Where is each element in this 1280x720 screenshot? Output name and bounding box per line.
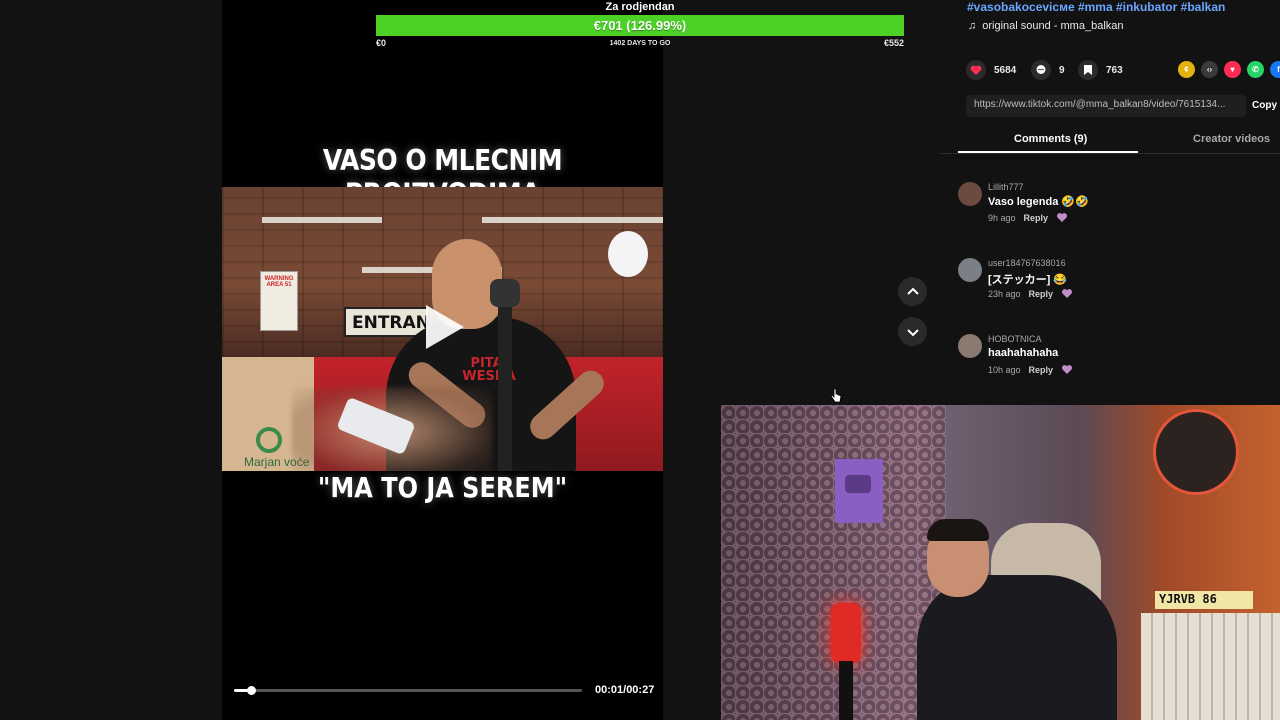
comment-like-icon[interactable]	[1061, 364, 1073, 376]
comment-time: 23h ago	[988, 289, 1021, 299]
comment-item: HOBOTNICA haahahahaha 10h ago Reply	[958, 334, 1258, 390]
cursor-hand-icon	[830, 388, 842, 403]
comment-like-icon[interactable]	[1061, 288, 1073, 300]
comment-item: Lillith777 Vaso legenda 🤣🤣 9h ago Reply	[958, 182, 1258, 238]
reply-button[interactable]: Reply	[1029, 289, 1054, 299]
whatsapp-icon[interactable]: ✆	[1247, 61, 1264, 78]
video-frame[interactable]: WARNING AREA 51 ENTRANC PITAJ WESNA Marj…	[222, 187, 663, 471]
chevron-down-icon	[906, 328, 919, 336]
reply-button[interactable]: Reply	[1029, 365, 1054, 375]
comment-button[interactable]: 9	[1031, 60, 1065, 80]
streamer-hair	[927, 519, 989, 541]
microphone-icon	[490, 279, 520, 307]
goal-days-to-go: 1402 DAYS TO GO	[609, 40, 671, 47]
bookmark-icon	[1078, 60, 1098, 80]
embed-icon[interactable]: ‹›	[1201, 61, 1218, 78]
warning-sign: WARNING AREA 51	[260, 271, 298, 331]
coin-icon[interactable]: ¢	[1178, 61, 1195, 78]
microphone-stand	[839, 661, 853, 720]
hashtags[interactable]: #vasobakocevicмe #mma #inkubator #balkan	[967, 0, 1225, 14]
play-icon	[845, 475, 871, 493]
music-link[interactable]: ♫ original sound - mma_balkan	[968, 20, 1124, 32]
play-icon[interactable]	[426, 305, 464, 349]
comment-item: user184767638016 [ステッカー] 😂 23h ago Reply	[958, 258, 1258, 314]
webcam-overlay: YJRVB 86	[721, 405, 1280, 720]
music-label: original sound - mma_balkan	[982, 20, 1124, 32]
comment-meta: 23h ago Reply	[988, 288, 1073, 300]
previous-video-button[interactable]	[898, 277, 927, 306]
comment-count: 9	[1059, 64, 1065, 76]
chevron-up-icon	[906, 287, 919, 295]
comment-username[interactable]: user184767638016	[988, 258, 1066, 268]
ring-lamp	[608, 231, 648, 277]
video-player[interactable]: VASO O MLECNIM PROIZVODIMA WARNING AREA …	[222, 48, 663, 720]
video-caption-text: "MA TO JA SEREM"	[317, 471, 568, 505]
avatar[interactable]	[958, 258, 982, 282]
tab-creator-videos[interactable]: Creator videos	[1193, 133, 1270, 145]
radiator	[1141, 613, 1280, 720]
comment-text: Vaso legenda 🤣🤣	[988, 196, 1089, 208]
avatar[interactable]	[958, 182, 982, 206]
video-top-strip	[222, 0, 376, 48]
streamer-body	[917, 575, 1117, 720]
mammoth-logo-icon	[1153, 409, 1239, 495]
like-button[interactable]: 5684	[966, 60, 1016, 80]
acoustic-foam	[721, 405, 946, 720]
bag-logo-icon	[256, 427, 282, 453]
goal-progress-bar: €701 (126.99%)	[376, 15, 904, 36]
microphone-stand	[498, 295, 512, 471]
comment-text: haahahahaha	[988, 347, 1059, 359]
comment-meta: 10h ago Reply	[988, 364, 1073, 376]
comment-time: 9h ago	[988, 213, 1016, 223]
tab-divider	[940, 153, 1280, 154]
goal-end-label: €552	[883, 38, 904, 48]
comment-username[interactable]: HOBOTNICA	[988, 334, 1042, 344]
video-progress-bar[interactable]	[234, 686, 582, 695]
comment-time: 10h ago	[988, 365, 1021, 375]
stream-page: VASO O MLECNIM PROIZVODIMA WARNING AREA …	[0, 0, 1280, 720]
comment-text: [ステッカー] 😂	[988, 274, 1068, 286]
comment-like-icon[interactable]	[1056, 212, 1068, 224]
goal-title: Za rodjendan	[605, 1, 675, 13]
donation-goal: Za rodjendan €701 (126.99%) €0 1402 DAYS…	[376, 0, 904, 48]
tab-comments[interactable]: Comments (9)	[1014, 133, 1087, 145]
shelf	[262, 217, 382, 223]
comment-icon	[1031, 60, 1051, 80]
send-icon[interactable]: ▾	[1224, 61, 1241, 78]
goal-amount: €701 (126.99%)	[593, 18, 687, 33]
post-details-panel: #vasobakocevicмe #mma #inkubator #balkan…	[940, 0, 1280, 405]
like-count: 5684	[994, 64, 1017, 76]
comment-meta: 9h ago Reply	[988, 212, 1068, 224]
video-time: 00:01/00:27	[595, 684, 655, 696]
facebook-icon[interactable]: f	[1270, 61, 1280, 78]
heart-icon	[966, 60, 986, 80]
save-count: 763	[1106, 64, 1123, 76]
avatar[interactable]	[958, 334, 982, 358]
reply-button[interactable]: Reply	[1024, 213, 1049, 223]
video-link-field[interactable]: https://www.tiktok.com/@mma_balkan8/vide…	[966, 95, 1246, 117]
copy-link-button[interactable]: Copy	[1252, 100, 1277, 111]
video-progress-knob[interactable]	[247, 686, 257, 695]
license-plate: YJRVB 86	[1155, 591, 1253, 609]
microphone-icon	[831, 603, 861, 663]
next-video-button[interactable]	[898, 317, 927, 346]
comment-username[interactable]: Lillith777	[988, 182, 1024, 192]
shelf	[482, 217, 663, 223]
music-note-icon: ♫	[968, 20, 977, 32]
save-button[interactable]: 763	[1078, 60, 1123, 80]
